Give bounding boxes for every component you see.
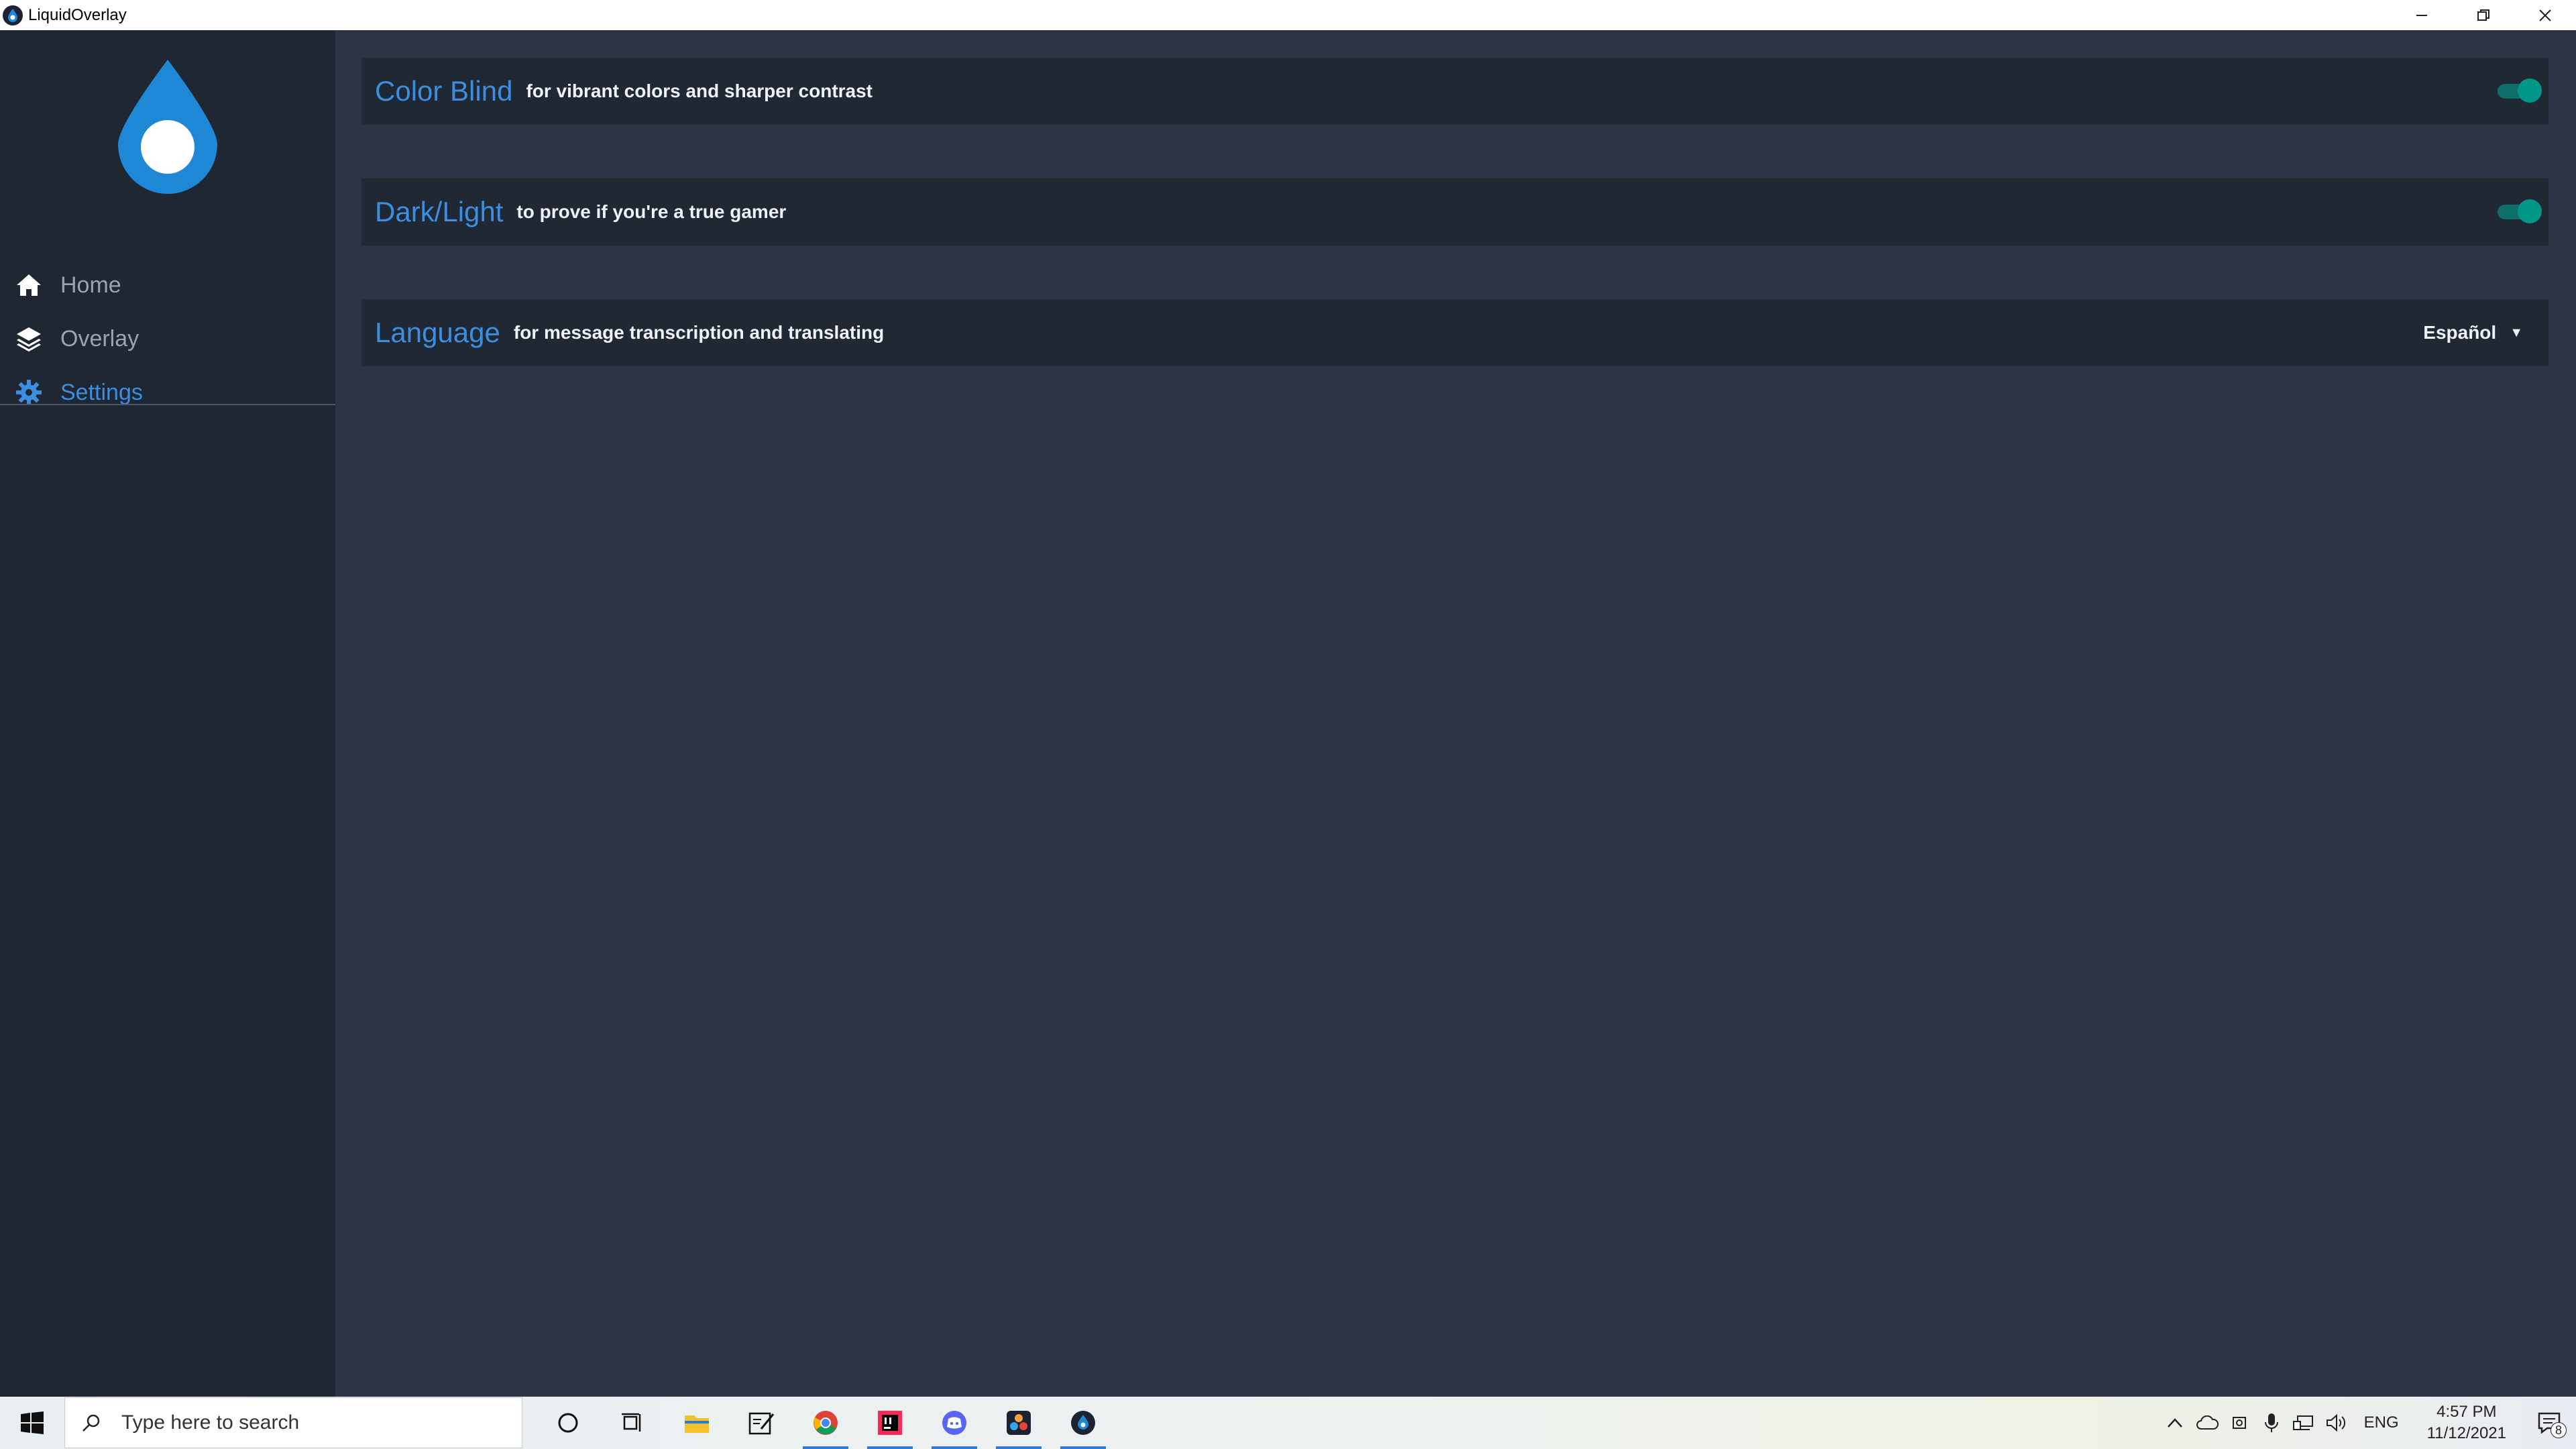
microphone-tray-button[interactable] xyxy=(2255,1397,2288,1449)
restore-button[interactable] xyxy=(2453,0,2514,30)
setting-title: Dark/Light xyxy=(375,196,504,227)
cortana-button[interactable] xyxy=(536,1397,600,1449)
language-setting-row: Language for message transcription and t… xyxy=(361,299,2549,366)
speaker-icon xyxy=(2326,1413,2345,1432)
setting-description: to prove if you're a true gamer xyxy=(516,201,787,222)
sidebar: Home Overlay Settings xyxy=(0,30,335,1397)
chrome-icon xyxy=(814,1411,838,1435)
toggle-knob xyxy=(2518,78,2542,103)
microphone-icon xyxy=(2264,1413,2278,1432)
restore-icon xyxy=(2477,9,2489,21)
sidebar-item-label: Home xyxy=(60,272,121,298)
cloud-icon xyxy=(2196,1415,2219,1430)
task-view-icon xyxy=(622,1413,641,1432)
intellij-button[interactable] xyxy=(858,1397,922,1449)
sidebar-item-label: Settings xyxy=(60,379,143,405)
network-tray-button[interactable] xyxy=(2288,1397,2320,1449)
start-button[interactable] xyxy=(0,1397,64,1449)
clock-time: 4:57 PM xyxy=(2437,1403,2497,1421)
search-icon xyxy=(81,1413,101,1433)
caret-down-icon: ▼ xyxy=(2510,325,2523,340)
minimize-icon xyxy=(2416,14,2427,16)
volume-tray-button[interactable] xyxy=(2320,1397,2352,1449)
input-language-indicator[interactable]: ENG xyxy=(2352,1413,2411,1432)
network-icon xyxy=(2292,1415,2313,1430)
notes-app-button[interactable] xyxy=(729,1397,793,1449)
close-button[interactable] xyxy=(2514,0,2576,30)
setting-description: for message transcription and translatin… xyxy=(513,322,885,343)
system-tray: ENG 4:57 PM 11/12/2021 8 xyxy=(2159,1397,2576,1449)
sidebar-nav: Home Overlay Settings xyxy=(0,258,335,419)
taskbar-clock[interactable]: 4:57 PM 11/12/2021 xyxy=(2411,1401,2522,1444)
minimize-button[interactable] xyxy=(2391,0,2453,30)
liquidoverlay-drop-icon xyxy=(1071,1411,1095,1435)
window-controls xyxy=(2391,0,2576,30)
chrome-button[interactable] xyxy=(793,1397,858,1449)
webcam-tray-button[interactable] xyxy=(2223,1397,2255,1449)
intellij-icon xyxy=(878,1411,902,1435)
camera-icon xyxy=(2232,1417,2246,1429)
settings-panel: Color Blind for vibrant colors and sharp… xyxy=(335,30,2576,1397)
setting-title: Language xyxy=(375,317,500,348)
language-selected-value: Español xyxy=(2423,322,2497,343)
gear-icon xyxy=(15,378,43,407)
sidebar-item-settings[interactable]: Settings xyxy=(0,366,335,419)
app-drop-icon xyxy=(3,5,23,25)
chevron-up-icon xyxy=(2167,1418,2182,1428)
dark-light-setting-row: Dark/Light to prove if you're a true gam… xyxy=(361,178,2549,246)
setting-description: for vibrant colors and sharper contrast xyxy=(526,80,873,101)
window-title: LiquidOverlay xyxy=(28,5,127,24)
taskbar: Type here to search ENG 4:57 PM 11/12/20… xyxy=(0,1397,2576,1449)
taskbar-search-box[interactable]: Type here to search xyxy=(64,1397,522,1448)
app-logo xyxy=(114,57,221,195)
window-title-bar: LiquidOverlay xyxy=(0,0,2576,30)
davinci-resolve-button[interactable] xyxy=(987,1397,1051,1449)
sidebar-divider xyxy=(0,404,335,405)
toggle-knob xyxy=(2518,199,2542,223)
language-select[interactable]: Español ▼ xyxy=(2423,319,2523,346)
layers-icon xyxy=(15,325,43,353)
sidebar-item-home[interactable]: Home xyxy=(0,258,335,312)
davinci-resolve-icon xyxy=(1007,1411,1031,1435)
discord-button[interactable] xyxy=(922,1397,987,1449)
cortana-circle-icon xyxy=(558,1413,578,1433)
close-icon xyxy=(2539,9,2551,21)
discord-icon xyxy=(942,1411,966,1435)
onedrive-tray-button[interactable] xyxy=(2191,1397,2223,1449)
task-view-button[interactable] xyxy=(600,1397,665,1449)
sidebar-item-overlay[interactable]: Overlay xyxy=(0,312,335,366)
color-blind-toggle[interactable] xyxy=(2495,78,2542,103)
water-drop-logo-icon xyxy=(118,60,217,194)
liquidoverlay-taskbar-button[interactable] xyxy=(1051,1397,1115,1449)
search-placeholder: Type here to search xyxy=(121,1411,300,1434)
clock-date: 11/12/2021 xyxy=(2426,1424,2506,1442)
folder-icon xyxy=(685,1415,709,1433)
color-blind-setting-row: Color Blind for vibrant colors and sharp… xyxy=(361,58,2549,125)
dark-light-toggle[interactable] xyxy=(2495,199,2542,223)
show-hidden-icons-button[interactable] xyxy=(2159,1397,2191,1449)
notepad-pen-icon xyxy=(748,1412,775,1435)
home-icon xyxy=(15,271,43,299)
setting-title: Color Blind xyxy=(375,75,513,107)
notification-count-badge: 8 xyxy=(2551,1422,2567,1438)
action-center-button[interactable]: 8 xyxy=(2522,1397,2576,1449)
windows-logo-icon xyxy=(21,1411,44,1434)
sidebar-item-label: Overlay xyxy=(60,325,139,352)
file-explorer-button[interactable] xyxy=(665,1397,729,1449)
